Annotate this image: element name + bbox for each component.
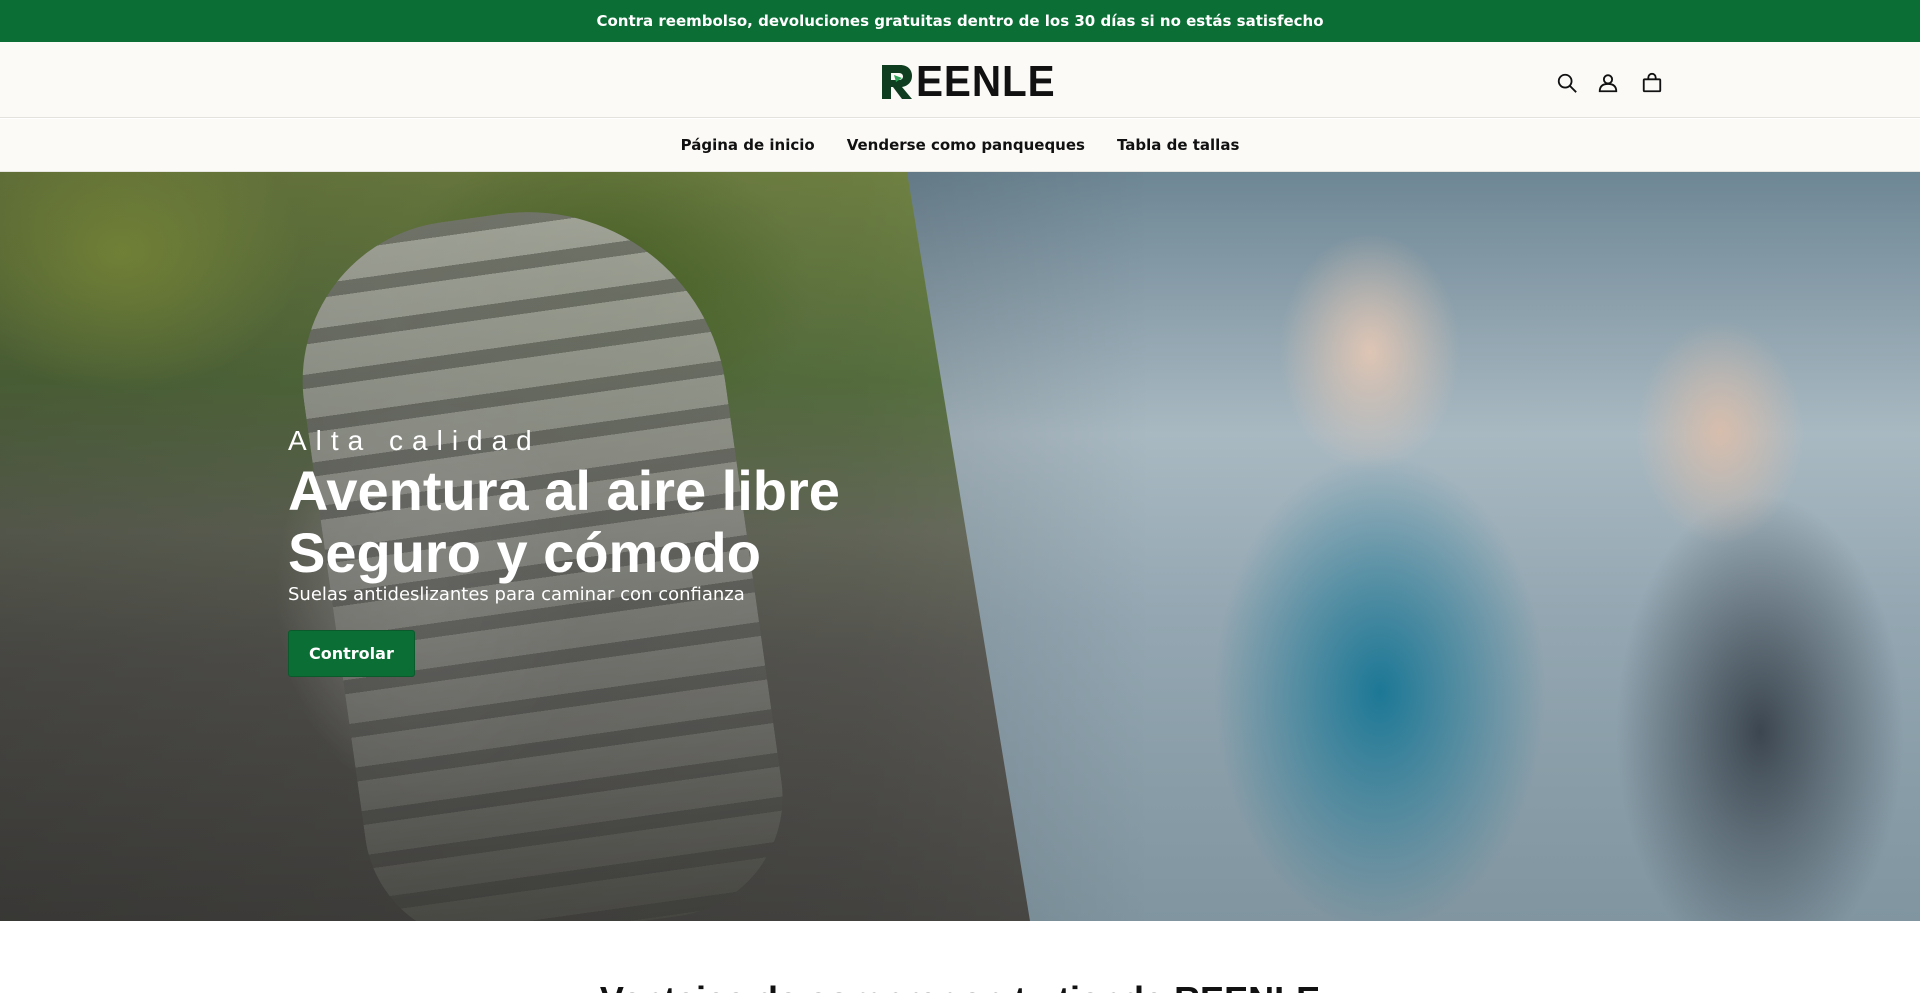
logo-text: EENLE <box>916 57 1056 106</box>
hero-cta-button[interactable]: Controlar <box>288 630 415 677</box>
hero-subtitle: Suelas antideslizantes para caminar con … <box>288 584 745 605</box>
hero-title-line1: Aventura al aire libre <box>288 459 840 522</box>
section-heading: Ventajas de comprar en tu tienda REENLE <box>0 979 1920 993</box>
hero-banner: Alta calidad Aventura al aire libre Segu… <box>0 172 1920 921</box>
hero-content: Alta calidad Aventura al aire libre Segu… <box>288 426 928 677</box>
logo[interactable]: EENLE <box>880 57 1068 106</box>
logo-r-mark <box>882 65 912 99</box>
account-icon[interactable] <box>1595 70 1621 96</box>
hero-title-line2: Seguro y cómodo <box>288 521 761 584</box>
nav-item-bestsellers[interactable]: Venderse como panqueques <box>847 136 1085 154</box>
announcement-text: Contra reembolso, devoluciones gratuitas… <box>596 12 1324 30</box>
nav-item-size-chart[interactable]: Tabla de tallas <box>1117 136 1239 154</box>
nav-item-home[interactable]: Página de inicio <box>681 136 815 154</box>
benefits-section: Ventajas de comprar en tu tienda REENLE <box>0 921 1920 993</box>
search-icon[interactable] <box>1554 70 1580 96</box>
announcement-bar: Contra reembolso, devoluciones gratuitas… <box>0 0 1920 42</box>
main-nav: Página de inicio Venderse como panqueque… <box>0 119 1920 172</box>
hero-eyebrow: Alta calidad <box>288 425 541 456</box>
site-header: EENLE <box>0 42 1920 118</box>
cart-icon[interactable] <box>1639 70 1665 96</box>
